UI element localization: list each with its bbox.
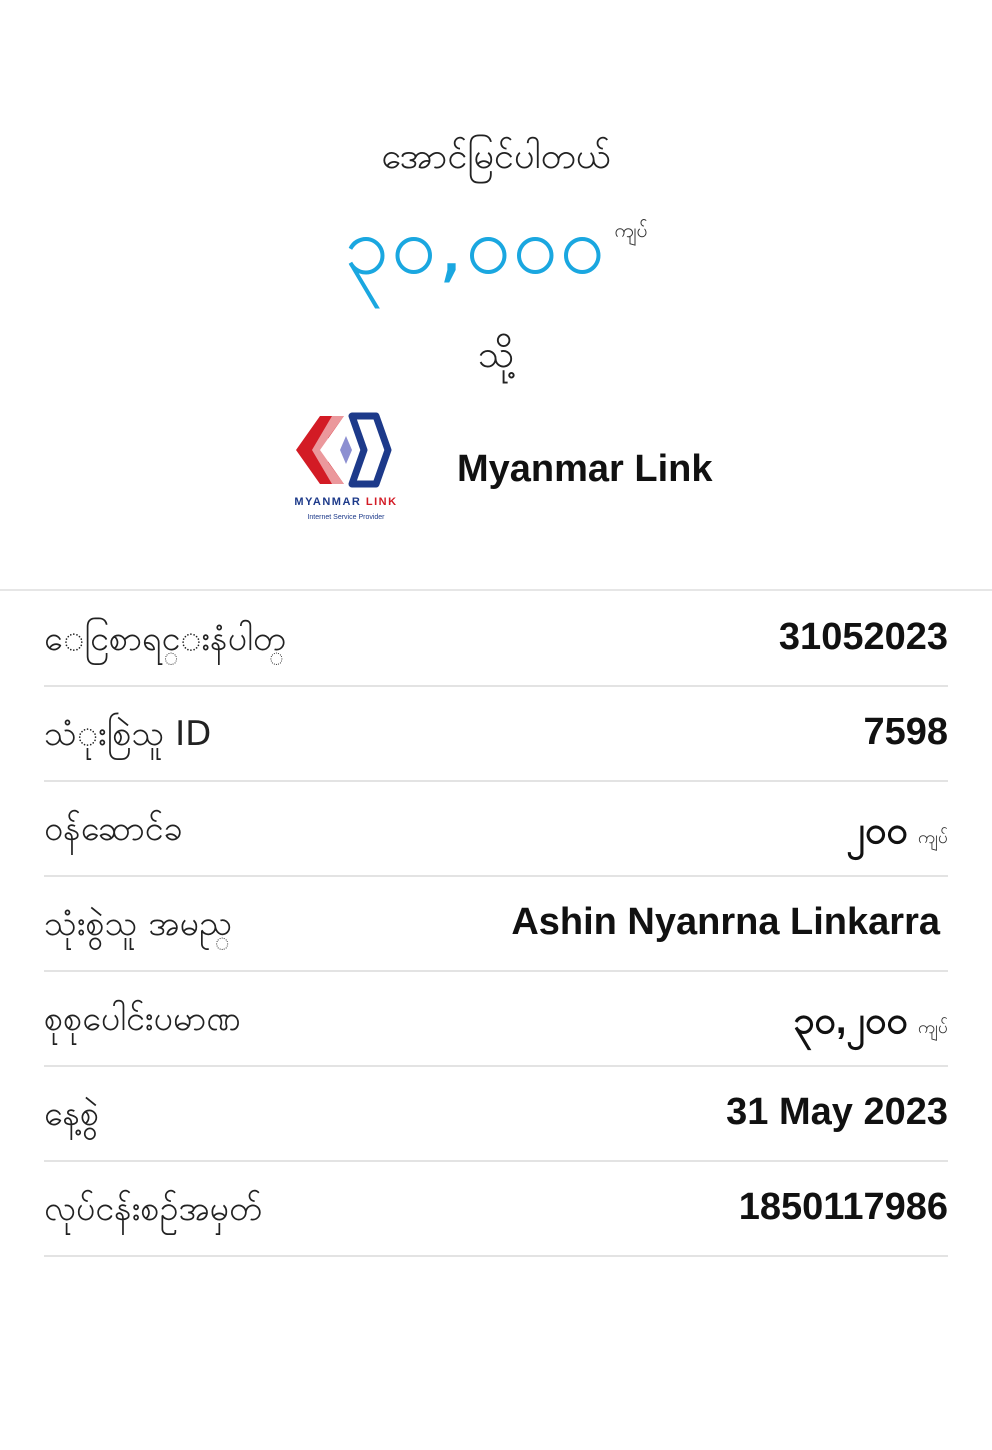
- detail-label: ေငြစာရင္းနံပါတ္: [44, 619, 287, 659]
- amount-currency: ကျပ်: [614, 217, 648, 242]
- detail-row-total-amount: စုစုပေါင်းပမာဏ ၃၀,၂၀၀ ကျပ်: [44, 972, 948, 1067]
- detail-label: သုံးစွဲသူ အမည္: [44, 904, 232, 944]
- detail-value: ၂၀၀ ကျပ်: [846, 810, 948, 852]
- detail-value: Ashin Nyanrna Linkarra: [511, 901, 940, 943]
- detail-value: 31 May 2023: [726, 1091, 948, 1133]
- detail-row-user-name: သုံးစွဲသူ အမည္ Ashin Nyanrna Linkarra: [44, 877, 948, 972]
- amount-display: ၃၀,၀၀၀ ကျပ်: [0, 195, 992, 313]
- detail-row-account-number: ေငြစာရင္းနံပါတ္ 31052023: [44, 592, 948, 687]
- merchant-name: Myanmar Link: [457, 448, 713, 490]
- header-divider: [0, 589, 992, 591]
- detail-unit: ကျပ်: [917, 1017, 948, 1038]
- detail-row-user-id: သံုးစြဲသူ ID 7598: [44, 687, 948, 782]
- detail-label: စုစုပေါင်းပမာဏ: [44, 999, 241, 1039]
- detail-row-transaction-id: လုပ်ငန်းစဉ်အမှတ် 1850117986: [44, 1162, 948, 1257]
- detail-label: လုပ်ငန်းစဉ်အမှတ်: [44, 1189, 263, 1229]
- details-list: ေငြစာရင္းနံပါတ္ 31052023 သံုးစြဲသူ ID 75…: [44, 592, 948, 1257]
- detail-label: ဝန်ဆောင်ခ: [44, 809, 183, 849]
- detail-label: သံုးစြဲသူ ID: [44, 714, 212, 754]
- myanmar-link-logo-icon: [296, 412, 392, 488]
- detail-value: 7598: [863, 711, 948, 753]
- detail-label: နေ့စွဲ: [44, 1094, 100, 1134]
- success-status-text: အောင်မြင်ပါတယ်: [381, 136, 611, 177]
- receipt-card: အောင်မြင်ပါတယ် ၃၀,၀၀၀ ကျပ် သို့ MYANMAR L…: [0, 0, 992, 1450]
- myanmar-link-logo: MYANMAR LINK Internet Service Provider: [280, 410, 412, 530]
- to-label: သို့: [477, 332, 515, 376]
- receipt-header: အောင်မြင်ပါတယ် ၃၀,၀၀၀ ကျပ် သို့ MYANMAR L…: [0, 0, 992, 590]
- detail-value: 1850117986: [738, 1186, 948, 1228]
- logo-tagline: Internet Service Provider: [307, 514, 385, 521]
- amount-value: ၃၀,၀၀၀: [344, 199, 607, 292]
- detail-value: ၃၀,၂၀၀ ကျပ်: [793, 1000, 948, 1042]
- detail-row-service-fee: ဝန်ဆောင်ခ ၂၀၀ ကျပ်: [44, 782, 948, 877]
- detail-row-date: နေ့စွဲ 31 May 2023: [44, 1067, 948, 1162]
- detail-unit: ကျပ်: [917, 827, 948, 848]
- detail-value: 31052023: [778, 616, 948, 658]
- logo-wordmark: MYANMAR LINK: [294, 496, 398, 508]
